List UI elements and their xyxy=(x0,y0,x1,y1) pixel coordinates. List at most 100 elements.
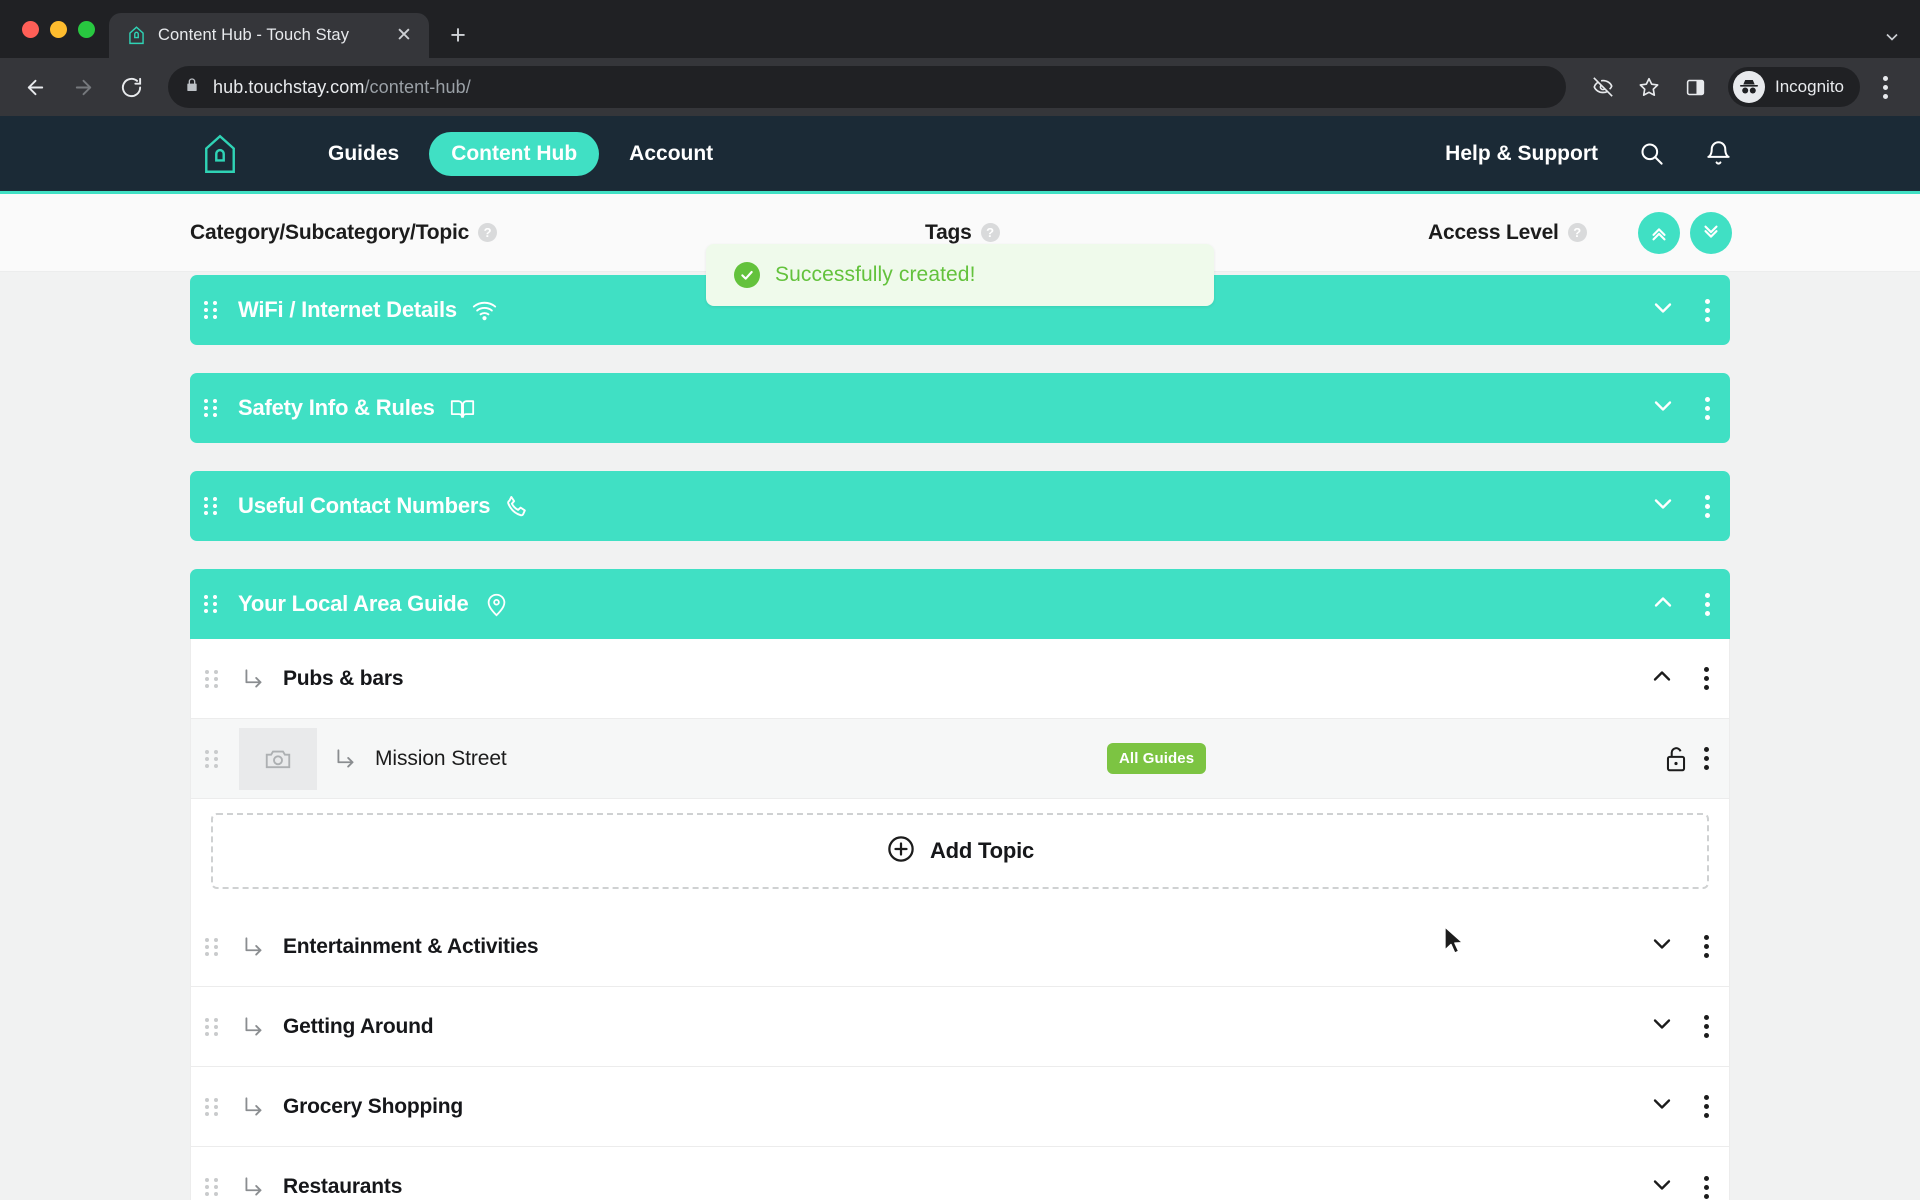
status-badge[interactable]: All Guides xyxy=(1107,743,1207,774)
map-pin-icon xyxy=(483,591,510,618)
subcategory-row-getting-around[interactable]: Getting Around xyxy=(191,987,1729,1067)
three-dot-menu-icon[interactable] xyxy=(1704,935,1709,958)
content-hub-list[interactable]: WiFi / Internet Details Safety Info & Ru… xyxy=(0,275,1920,1200)
three-dot-menu-icon[interactable] xyxy=(1704,747,1709,770)
nav-link-account[interactable]: Account xyxy=(607,132,735,176)
drag-handle-icon[interactable] xyxy=(205,669,225,688)
three-dot-menu-icon[interactable] xyxy=(1704,1095,1709,1118)
close-icon[interactable]: ✕ xyxy=(391,23,417,49)
drag-handle-icon[interactable] xyxy=(204,497,224,515)
address-bar[interactable]: hub.touchstay.com/content-hub/ xyxy=(168,66,1566,108)
tab-favicon-house-logo-icon xyxy=(126,25,147,46)
chevron-down-icon[interactable] xyxy=(1648,1090,1676,1123)
three-dot-menu-icon[interactable] xyxy=(1705,592,1710,616)
drag-handle-icon[interactable] xyxy=(204,399,224,417)
child-arrow-icon xyxy=(333,746,359,772)
incognito-avatar-icon xyxy=(1733,71,1765,103)
camera-placeholder-icon[interactable] xyxy=(239,727,317,790)
three-dot-menu-icon[interactable] xyxy=(1704,667,1709,690)
drag-handle-icon[interactable] xyxy=(205,937,225,956)
toolbar-right-controls: Incognito xyxy=(1582,66,1906,108)
arrow-right-icon[interactable] xyxy=(62,66,104,108)
kebab-dots xyxy=(1882,75,1888,99)
three-dot-menu-icon[interactable] xyxy=(1705,494,1710,518)
subcategory-row-grocery-shopping[interactable]: Grocery Shopping xyxy=(191,1067,1729,1147)
chevron-down-icon[interactable] xyxy=(1648,1171,1676,1200)
primary-nav-links: Guides Content Hub Account xyxy=(306,131,735,176)
subcategory-row-restaurants[interactable]: Restaurants xyxy=(191,1147,1729,1200)
subcategory-title: Getting Around xyxy=(283,1014,434,1038)
topic-row-mission-street[interactable]: Mission Street All Guides xyxy=(191,719,1729,799)
column-header-tags: Tags ? xyxy=(925,221,1000,245)
three-dot-menu-icon[interactable] xyxy=(1705,396,1710,420)
plus-icon[interactable]: + xyxy=(438,15,478,55)
incognito-profile-button[interactable]: Incognito xyxy=(1728,67,1860,107)
subcategory-row-entertainment-activities[interactable]: Entertainment & Activities xyxy=(191,907,1729,987)
browser-tabstrip: Content Hub - Touch Stay ✕ + xyxy=(0,0,1920,58)
drag-handle-icon[interactable] xyxy=(204,301,224,319)
nav-link-guides[interactable]: Guides xyxy=(306,132,421,176)
drag-handle-icon[interactable] xyxy=(205,1097,225,1116)
row-actions xyxy=(1649,392,1710,425)
child-arrow-icon xyxy=(241,1174,267,1200)
minimize-window-button[interactable] xyxy=(50,20,67,38)
incognito-label: Incognito xyxy=(1775,77,1844,96)
eye-slash-icon[interactable] xyxy=(1582,66,1624,108)
three-dot-menu-icon[interactable] xyxy=(1704,1175,1709,1199)
chevron-up-icon[interactable] xyxy=(1648,662,1676,695)
three-dot-menu-icon[interactable] xyxy=(1705,298,1710,322)
reload-icon[interactable] xyxy=(110,66,152,108)
chevron-down-icon[interactable] xyxy=(1648,930,1676,963)
chevron-down-icon[interactable] xyxy=(1649,294,1677,327)
category-row-safety-info-rules[interactable]: Safety Info & Rules xyxy=(190,373,1730,443)
help-icon[interactable]: ? xyxy=(980,223,1000,242)
bell-icon[interactable] xyxy=(1705,140,1732,167)
double-chevron-down-icon[interactable] xyxy=(1690,211,1732,254)
column-header-access-label: Access Level xyxy=(1428,220,1559,244)
drag-handle-icon[interactable] xyxy=(205,749,225,768)
drag-handle-icon[interactable] xyxy=(205,1178,225,1196)
chevron-up-icon[interactable] xyxy=(1649,588,1677,621)
star-icon[interactable] xyxy=(1628,66,1670,108)
side-panel-icon[interactable] xyxy=(1674,66,1716,108)
row-actions xyxy=(1649,588,1710,621)
arrow-left-icon[interactable] xyxy=(14,66,56,108)
chevron-down-icon[interactable] xyxy=(1648,1010,1676,1043)
double-chevron-up-icon[interactable] xyxy=(1638,211,1680,254)
nav-link-content-hub[interactable]: Content Hub xyxy=(429,131,600,176)
category-row-your-local-area-guide[interactable]: Your Local Area Guide xyxy=(190,569,1730,639)
drag-handle-icon[interactable] xyxy=(205,1017,225,1036)
category-title: Your Local Area Guide xyxy=(238,591,469,616)
category-row-useful-contact-numbers[interactable]: Useful Contact Numbers xyxy=(190,471,1730,541)
child-arrow-icon xyxy=(241,1094,267,1120)
unlocked-padlock-icon[interactable] xyxy=(1663,744,1689,774)
add-topic-button[interactable]: Add Topic xyxy=(211,813,1709,889)
search-icon[interactable] xyxy=(1638,140,1665,167)
subcategory-title: Pubs & bars xyxy=(283,666,404,690)
wifi-icon xyxy=(471,297,498,324)
expand-collapse-controls xyxy=(1638,211,1732,254)
url-text: hub.touchstay.com/content-hub/ xyxy=(213,77,471,98)
touchstay-house-logo-icon[interactable] xyxy=(200,133,240,175)
chevron-down-icon[interactable] xyxy=(1882,27,1902,52)
row-actions xyxy=(1649,294,1710,327)
open-book-icon xyxy=(449,395,476,422)
drag-handle-icon[interactable] xyxy=(204,595,224,613)
nav-link-help-support[interactable]: Help & Support xyxy=(1445,142,1598,166)
maximize-window-button[interactable] xyxy=(78,20,95,38)
browser-tab[interactable]: Content Hub - Touch Stay ✕ xyxy=(109,13,429,58)
column-header-tags-label: Tags xyxy=(925,220,972,244)
help-icon[interactable]: ? xyxy=(1567,223,1587,242)
category-title: Useful Contact Numbers xyxy=(238,493,491,518)
three-dot-menu-icon[interactable] xyxy=(1864,66,1906,108)
row-actions xyxy=(1648,1090,1709,1123)
phone-icon xyxy=(504,493,531,520)
help-icon[interactable]: ? xyxy=(478,223,498,242)
lock-icon xyxy=(184,77,200,98)
chevron-down-icon[interactable] xyxy=(1649,490,1677,523)
subcategory-row-pubs-bars[interactable]: Pubs & bars xyxy=(191,639,1729,719)
chevron-down-icon[interactable] xyxy=(1649,392,1677,425)
three-dot-menu-icon[interactable] xyxy=(1704,1015,1709,1038)
url-path: /content-hub/ xyxy=(364,76,471,97)
close-window-button[interactable] xyxy=(22,20,39,38)
